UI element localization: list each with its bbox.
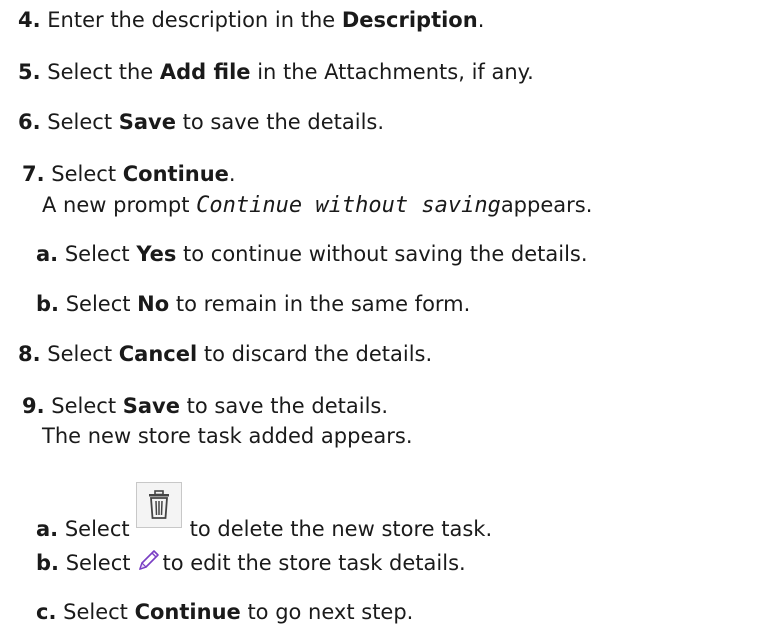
step-7a: a. Select Yes to continue without saving… (36, 240, 588, 268)
step-text-end: in the Attachments, if any. (250, 60, 534, 84)
step-letter: a. (36, 517, 59, 541)
prompt-name: Continue without saving (196, 193, 501, 218)
step-9-note: The new store task added appears. (42, 422, 413, 450)
step-bold-term: Add file (159, 60, 251, 84)
step-text: Select (47, 110, 119, 134)
step-7b: b. Select No to remain in the same form. (36, 290, 470, 318)
note-text: The new store task added appears. (42, 424, 413, 448)
step-text: Enter the description in the (47, 8, 342, 32)
step-4: 4. Enter the description in the Descript… (18, 6, 484, 34)
step-text-end: to remain in the same form. (169, 292, 471, 316)
step-bold-term: Description (341, 8, 478, 32)
step-7: 7. Select Continue. (22, 160, 236, 188)
step-text: Select (65, 292, 138, 316)
step-bold-term: Continue (122, 162, 229, 186)
step-bold-term: No (137, 292, 170, 316)
step-number: 4. (18, 8, 41, 32)
step-text-end: . (228, 162, 236, 186)
step-text-end: to discard the details. (197, 342, 433, 366)
pencil-icon (135, 548, 161, 574)
step-number: 8. (18, 342, 41, 366)
step-9: 9. Select Save to save the details. (22, 392, 388, 420)
step-number: 6. (18, 110, 41, 134)
step-text-end: to go next step. (240, 600, 414, 624)
step-8: 8. Select Cancel to discard the details. (18, 340, 432, 368)
step-6: 6. Select Save to save the details. (18, 108, 384, 136)
step-text-end: to save the details. (179, 394, 389, 418)
step-text-end: to edit the store task details. (162, 551, 466, 575)
step-bold-term: Cancel (118, 342, 198, 366)
step-number: 7. (22, 162, 45, 186)
step-letter: b. (36, 292, 60, 316)
step-9a: a. Select to delete the new store task. (36, 482, 493, 543)
step-text-end: . (477, 8, 485, 32)
step-text: Select (51, 394, 123, 418)
step-text: Select (64, 517, 130, 541)
note-text-end: appears. (500, 193, 593, 217)
step-bold-term: Continue (134, 600, 241, 624)
step-bold-term: Save (122, 394, 180, 418)
note-text: A new prompt (42, 193, 197, 217)
step-bold-term: Yes (136, 242, 177, 266)
step-text: Select (47, 342, 119, 366)
step-text: Select (63, 600, 135, 624)
step-text: Select the (47, 60, 160, 84)
step-letter: c. (36, 600, 57, 624)
step-text-end: to save the details. (175, 110, 385, 134)
step-9c: c. Select Continue to go next step. (36, 598, 413, 626)
step-text: Select (65, 551, 131, 575)
step-text-end: to continue without saving the details. (176, 242, 588, 266)
step-bold-term: Save (118, 110, 176, 134)
step-letter: a. (36, 242, 59, 266)
step-7-note: A new prompt Continue without savingappe… (42, 191, 592, 220)
step-9b: b. Select to edit the store task details… (36, 548, 466, 577)
step-text: Select (64, 242, 137, 266)
step-letter: b. (36, 551, 60, 575)
step-text: Select (51, 162, 123, 186)
trash-icon (135, 482, 182, 528)
step-number: 5. (18, 60, 41, 84)
step-text-end: to delete the new store task. (189, 517, 493, 541)
step-number: 9. (22, 394, 45, 418)
step-5: 5. Select the Add file in the Attachment… (18, 58, 534, 86)
